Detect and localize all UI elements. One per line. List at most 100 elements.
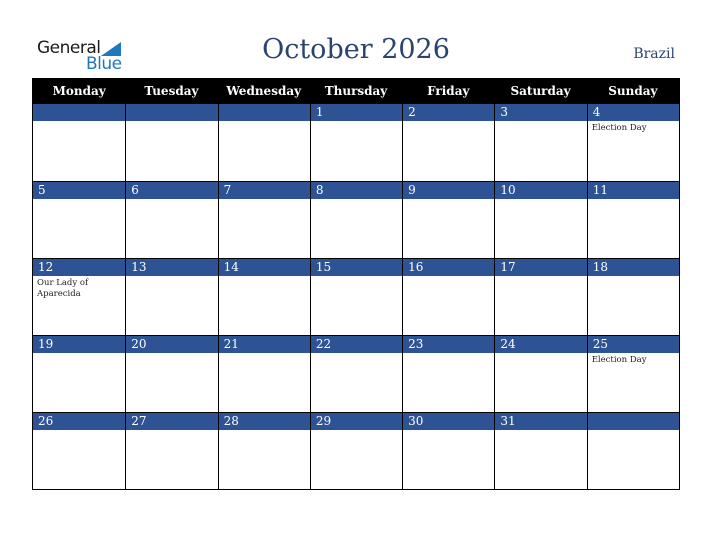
day-cell: 28 (217, 413, 310, 489)
holiday-label (219, 199, 310, 201)
holiday-label (126, 430, 217, 432)
day-number: 3 (495, 104, 587, 121)
day-cell (125, 104, 218, 181)
day-number: 19 (33, 336, 126, 353)
holiday-label (495, 353, 586, 355)
day-cell: 8 (309, 182, 403, 258)
weekday-tuesday: Tuesday (144, 84, 199, 98)
day-number: 28 (218, 413, 310, 430)
holiday-label (219, 353, 310, 355)
day-cell: 5 (33, 182, 126, 258)
day-cell: 20 (125, 336, 218, 412)
day-cell: 14 (217, 259, 310, 335)
holiday-label (126, 276, 217, 278)
day-number: 8 (310, 182, 403, 199)
day-number: 5 (33, 182, 126, 199)
calendar-grid: Monday Tuesday Wednesday Thursday Friday… (32, 78, 680, 490)
holiday-label (311, 276, 402, 278)
holiday-label (126, 199, 217, 201)
holiday-label (33, 430, 125, 432)
holiday-label (126, 121, 217, 123)
holiday-label (33, 353, 125, 355)
holiday-label (403, 430, 494, 432)
weekday-sunday: Sunday (608, 84, 658, 98)
day-cell (217, 104, 310, 181)
holiday-label (495, 199, 586, 201)
holiday-label (588, 276, 679, 278)
holiday-label (588, 430, 679, 432)
day-number: 9 (403, 182, 495, 199)
day-number: 23 (403, 336, 495, 353)
holiday-label (495, 121, 586, 123)
day-number: 2 (403, 104, 495, 121)
day-number (218, 104, 310, 121)
week-row: 26 27 28 29 30 31 (33, 412, 679, 489)
day-number: 14 (218, 259, 310, 276)
day-cell: 7 (217, 182, 310, 258)
weekday-monday: Monday (52, 84, 106, 98)
day-cell: 21 (217, 336, 310, 412)
holiday-label (311, 199, 402, 201)
holiday-label (33, 199, 125, 201)
holiday-label (403, 276, 494, 278)
holiday-label (403, 353, 494, 355)
day-number (33, 104, 126, 121)
day-number: 11 (587, 182, 679, 199)
day-number: 7 (218, 182, 310, 199)
holiday-label (311, 430, 402, 432)
weekday-header: Monday Tuesday Wednesday Thursday Friday… (33, 79, 679, 104)
day-cell: 18 (586, 259, 679, 335)
day-cell: 9 (402, 182, 495, 258)
holiday-label (311, 121, 402, 123)
day-cell: 12 Our Lady of Aparecida (33, 259, 126, 335)
day-number: 31 (495, 413, 587, 430)
day-number: 15 (310, 259, 403, 276)
day-cell: 30 (402, 413, 495, 489)
weekday-thursday: Thursday (324, 84, 388, 98)
day-number: 13 (126, 259, 218, 276)
day-cell: 29 (309, 413, 403, 489)
day-number: 30 (403, 413, 495, 430)
day-number: 1 (310, 104, 403, 121)
day-number: 18 (587, 259, 679, 276)
day-cell: 3 (494, 104, 587, 181)
week-row: 12 Our Lady of Aparecida 13 14 15 16 17 18 (33, 258, 679, 335)
holiday-label (495, 430, 586, 432)
holiday-label (495, 276, 586, 278)
day-cell: 6 (125, 182, 218, 258)
day-cell: 11 (586, 182, 679, 258)
day-number: 21 (218, 336, 310, 353)
day-number: 12 (33, 259, 126, 276)
weeks-container: 1 2 3 4 Election Day 5 6 7 8 9 10 11 12 Our Lady of A… (33, 104, 679, 489)
holiday-label (219, 276, 310, 278)
day-cell: 22 (309, 336, 403, 412)
day-number: 22 (310, 336, 403, 353)
day-cell: 2 (402, 104, 495, 181)
holiday-label (403, 199, 494, 201)
holiday-label (403, 121, 494, 123)
holiday-label (219, 121, 310, 123)
holiday-label (311, 353, 402, 355)
day-number: 10 (495, 182, 587, 199)
week-row: 19 20 21 22 23 24 25 Election Day (33, 335, 679, 412)
week-row: 5 6 7 8 9 10 11 (33, 181, 679, 258)
day-cell: 19 (33, 336, 126, 412)
weekday-saturday: Saturday (510, 84, 571, 98)
day-cell: 27 (125, 413, 218, 489)
day-number: 20 (126, 336, 218, 353)
holiday-label: Election Day (591, 123, 647, 133)
day-cell: 23 (402, 336, 495, 412)
weekday-wednesday: Wednesday (226, 84, 302, 98)
calendar-title: October 2026 (262, 34, 450, 65)
day-number (126, 104, 218, 121)
day-number: 29 (310, 413, 403, 430)
day-number (587, 413, 679, 430)
day-cell: 4 Election Day (586, 104, 679, 181)
day-cell: 15 (309, 259, 403, 335)
day-number: 4 (587, 104, 679, 121)
day-cell: 16 (402, 259, 495, 335)
day-number: 6 (126, 182, 218, 199)
country-label: Brazil (633, 46, 675, 62)
day-number: 27 (126, 413, 218, 430)
week-row: 1 2 3 4 Election Day (33, 104, 679, 181)
